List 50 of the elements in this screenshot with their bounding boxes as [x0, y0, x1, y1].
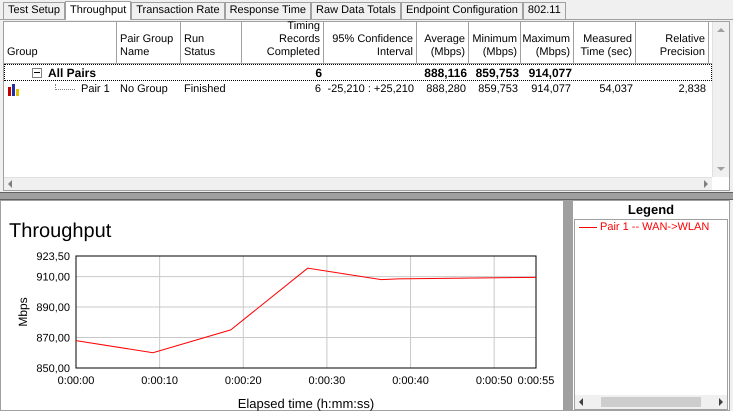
table-cell-text: 2,838: [678, 82, 706, 98]
horizontal-splitter[interactable]: [0, 192, 733, 200]
legend-scrollbar[interactable]: [575, 395, 727, 409]
table-cell-text: 914,077: [531, 82, 571, 98]
tab[interactable]: Endpoint Configuration: [400, 2, 523, 19]
table-cell-text: 859,753: [478, 82, 518, 98]
y-tick-label: 923,50: [36, 251, 70, 263]
x-tick-label: 0:00:10: [141, 375, 178, 387]
x-tick-label: 0:00:30: [308, 375, 346, 387]
y-tick-label: 870,00: [36, 332, 70, 345]
y-tick-label: 910,00: [36, 272, 70, 284]
scroll-left-icon[interactable]: [579, 398, 583, 406]
tab[interactable]: Response Time: [224, 2, 312, 19]
tab[interactable]: Raw Data Totals: [311, 2, 401, 19]
scroll-down-icon[interactable]: [717, 167, 725, 171]
collapse-toggle[interactable]: [32, 68, 42, 78]
x-tick-label: 0:00:50: [476, 375, 513, 387]
table-cell-text: 888,280: [426, 82, 466, 98]
x-tick-label: 0:00:00: [58, 375, 94, 387]
vertical-scrollbar[interactable]: [712, 22, 729, 177]
y-tick-label: 850,00: [36, 363, 70, 375]
tab[interactable]: 802.11: [522, 2, 566, 19]
table-cell-text: 914,077: [528, 64, 572, 82]
column-header[interactable]: Maximum (Mbps): [521, 22, 574, 63]
chart-title: Throughput: [9, 220, 112, 242]
y-axis-label: Mbps: [16, 297, 30, 327]
scroll-up-icon[interactable]: [717, 28, 725, 32]
table-cell-text: 888,116: [424, 64, 467, 82]
tab[interactable]: Transaction Rate: [131, 2, 225, 19]
table-cell-text: 6: [315, 64, 322, 82]
table-cell-text: 54,037: [599, 82, 633, 98]
bar-chart-icon: [7, 84, 21, 96]
x-tick-label: 0:00:55: [518, 375, 554, 387]
table-cell-text: 6: [314, 82, 321, 98]
tab[interactable]: Test Setup: [3, 2, 65, 19]
table-cell-text: -25,210 : +25,210: [327, 82, 414, 98]
table-cell-text: Finished: [184, 82, 226, 98]
scroll-thumb[interactable]: [601, 397, 701, 407]
legend-entry: Pair 1 -- WAN->WLAN: [600, 220, 710, 235]
x-tick-label: 0:00:20: [224, 375, 262, 387]
x-axis-label: Elapsed time (h:mm:ss): [238, 396, 374, 411]
tab[interactable]: Throughput: [64, 1, 132, 20]
x-tick-label: 0:00:40: [392, 375, 429, 387]
scroll-right-icon[interactable]: [719, 398, 723, 406]
table-cell-text: All Pairs: [48, 64, 96, 82]
table-cell-text: 859,753: [476, 64, 519, 82]
table-cell-text: No Group: [120, 82, 168, 98]
legend-title: Legend: [626, 201, 676, 219]
table-cell-text: Pair 1: [81, 82, 110, 98]
y-tick-label: 890,00: [36, 302, 70, 314]
